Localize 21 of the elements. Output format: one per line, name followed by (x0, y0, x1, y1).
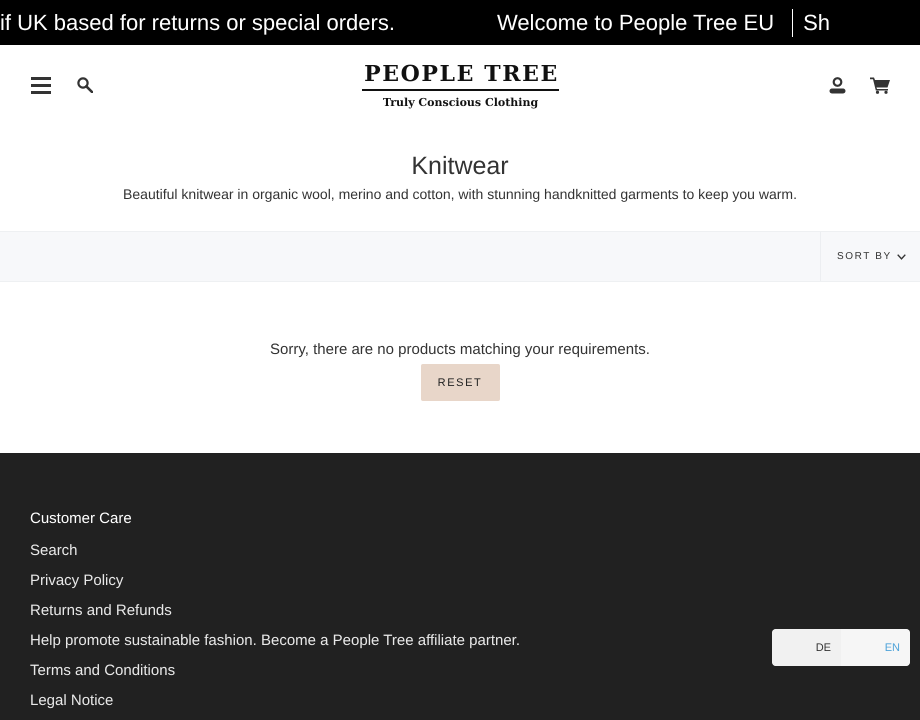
menu-icon[interactable] (31, 76, 51, 94)
account-icon[interactable] (829, 76, 846, 94)
announcement-text: if UK based for returns or special orders. (0, 8, 395, 36)
footer-link[interactable]: Terms and Conditions (30, 662, 176, 680)
footer-link[interactable]: Privacy Policy (30, 572, 124, 590)
logo-tagline: Truly Conscious Clothing (382, 96, 538, 110)
footer-link[interactable]: Returns and Refunds (30, 602, 172, 620)
footer-link[interactable]: Search (30, 542, 78, 560)
chevron-down-icon (897, 254, 906, 260)
collection-title: Knitwear (411, 151, 509, 181)
footer-link[interactable]: Help promote sustainable fashion. Become a People Tree affiliate partner. (30, 632, 520, 650)
search-icon[interactable] (77, 77, 93, 93)
reset-button[interactable]: RESET (420, 364, 500, 401)
announcement-text: Sh (803, 8, 830, 36)
collection-description: Beautiful knitwear in organic wool, merino and cotton, with stunning handknitted garments to keep you warm. (123, 185, 797, 203)
cart-icon[interactable] (870, 76, 890, 94)
empty-message: Sorry, there are no products matching your requirements. (270, 340, 650, 359)
footer-link[interactable]: Legal Notice (30, 692, 114, 710)
announcement-text: Welcome to People Tree EU (496, 8, 774, 36)
footer-heading: Customer Care (30, 509, 133, 528)
logo-wordmark[interactable]: PEOPLE TREE (362, 62, 559, 91)
